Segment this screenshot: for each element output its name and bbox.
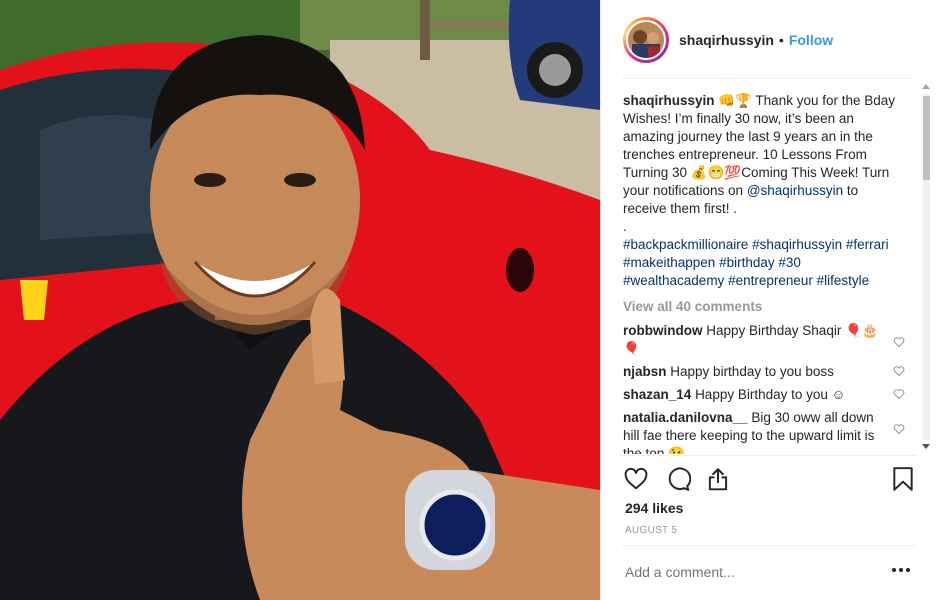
- hashtag-list: #backpackmillionaire #shaqirhussyin #fer…: [623, 236, 905, 290]
- bookmark-icon[interactable]: [891, 466, 915, 492]
- post-date[interactable]: AUGUST 5: [625, 525, 677, 536]
- comment-username[interactable]: njabsn: [623, 364, 667, 379]
- dot: [899, 568, 903, 572]
- comment-like-heart-icon[interactable]: [893, 365, 905, 377]
- comments-list[interactable]: shaqirhussyin 👊🏆 Thank you for the Bday …: [623, 90, 905, 454]
- scroll-down-arrow-icon[interactable]: [922, 444, 930, 449]
- avatar-photo: [628, 21, 664, 58]
- share-icon[interactable]: [705, 466, 731, 492]
- caption-emoji: 💰😁💯: [690, 165, 742, 180]
- comment-username[interactable]: shazan_14: [623, 387, 691, 402]
- view-all-comments-link[interactable]: View all 40 comments: [623, 298, 905, 316]
- comment-text: Happy Birthday to you ☺: [695, 387, 846, 402]
- caption-mention-link[interactable]: @shaqirhussyin: [747, 183, 843, 198]
- comments-scrollbar[interactable]: [921, 80, 932, 454]
- scroll-thumb[interactable]: [923, 96, 930, 180]
- hashtag-link[interactable]: #lifestyle: [817, 273, 870, 288]
- hashtag-link[interactable]: #makeithappen: [623, 255, 715, 270]
- scroll-up-arrow-icon[interactable]: [922, 84, 930, 89]
- comment-like-heart-icon[interactable]: [893, 388, 905, 400]
- heart-icon[interactable]: [623, 466, 649, 492]
- more-dots-icon[interactable]: [892, 568, 910, 572]
- instagram-post: shaqirhussyin • Follow shaqirhussyin 👊🏆 …: [0, 0, 936, 600]
- caption-username[interactable]: shaqirhussyin: [623, 93, 715, 108]
- caption-text: .: [623, 219, 627, 234]
- hashtag-link[interactable]: #shaqirhussyin: [752, 237, 842, 252]
- comment-like-heart-icon[interactable]: [893, 336, 905, 348]
- comment-username[interactable]: robbwindow: [623, 323, 702, 338]
- story-ring[interactable]: [623, 16, 669, 63]
- comment-like-heart-icon[interactable]: [893, 423, 905, 435]
- follow-button[interactable]: Follow: [789, 32, 833, 48]
- post-header: shaqirhussyin • Follow: [601, 0, 936, 79]
- hashtag-link[interactable]: #wealthacademy: [623, 273, 724, 288]
- comment-item: robbwindow Happy Birthday Shaqir 🎈🎂🎈: [623, 322, 905, 358]
- header-separator: •: [778, 31, 784, 48]
- header-username[interactable]: shaqirhussyin: [679, 32, 774, 48]
- hashtag-link[interactable]: #30: [778, 255, 801, 270]
- action-bar: [623, 462, 917, 496]
- hashtag-link[interactable]: #entrepreneur: [728, 273, 813, 288]
- dot: [892, 568, 896, 572]
- caption: shaqirhussyin 👊🏆 Thank you for the Bday …: [623, 92, 905, 290]
- divider: [621, 455, 916, 456]
- post-photo[interactable]: [0, 0, 600, 600]
- hashtag-link[interactable]: #birthday: [719, 255, 775, 270]
- post-sidebar: shaqirhussyin • Follow shaqirhussyin 👊🏆 …: [600, 0, 936, 600]
- hashtag-link[interactable]: #ferrari: [846, 237, 889, 252]
- comment-username[interactable]: natalia.danilovna__: [623, 410, 748, 425]
- dot: [906, 568, 910, 572]
- likes-count[interactable]: 294 likes: [625, 500, 683, 516]
- caption-emoji: 👊🏆: [718, 93, 752, 108]
- comment-item: shazan_14 Happy Birthday to you ☺: [623, 386, 905, 404]
- comment-item: natalia.danilovna__ Big 30 oww all down …: [623, 409, 905, 454]
- avatar[interactable]: [626, 19, 666, 60]
- hashtag-link[interactable]: #backpackmillionaire: [623, 237, 748, 252]
- speech-bubble-icon[interactable]: [665, 466, 691, 492]
- add-comment-input[interactable]: [625, 564, 865, 580]
- comment-item: njabsn Happy birthday to you boss: [623, 363, 905, 381]
- selfie-with-ferrari-image: [0, 0, 600, 600]
- comment-text: Happy birthday to you boss: [670, 364, 834, 379]
- divider: [621, 545, 916, 546]
